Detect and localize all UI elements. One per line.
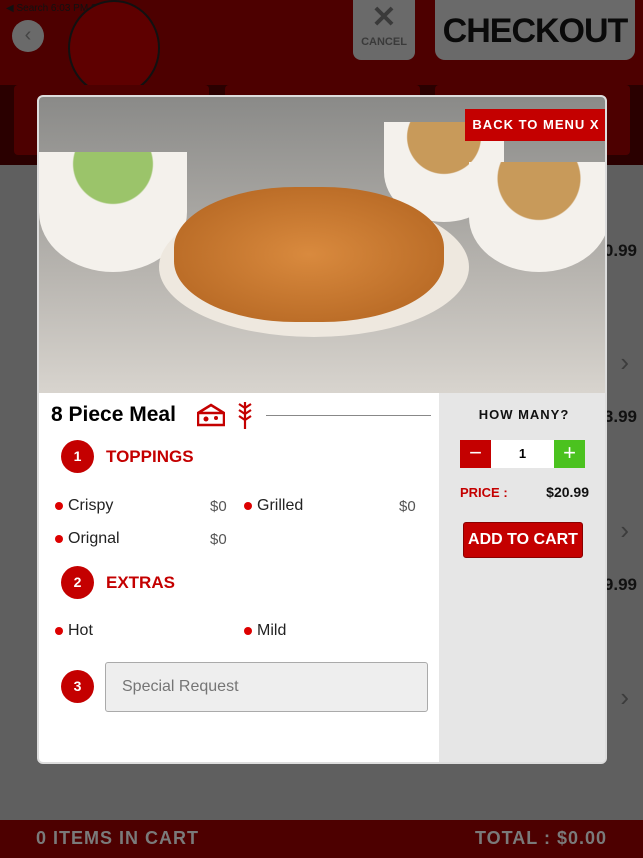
back-button[interactable]: ‹ xyxy=(12,20,44,52)
price-value: $20.99 xyxy=(546,484,589,500)
chevron-right-icon[interactable]: › xyxy=(620,347,629,378)
option-price: $0 xyxy=(399,498,416,515)
cancel-button[interactable]: ✕ CANCEL xyxy=(353,0,415,60)
wheat-icon xyxy=(238,402,252,429)
option-original[interactable]: Orignal xyxy=(55,530,120,548)
option-price: $0 xyxy=(210,531,227,548)
option-crispy[interactable]: Crispy xyxy=(55,497,113,515)
how-many-label: HOW MANY? xyxy=(478,407,570,422)
section-toppings: TOPPINGS xyxy=(106,447,194,466)
quantity-field[interactable]: 1 xyxy=(491,440,554,468)
order-panel: HOW MANY? − 1 + PRICE : $20.99 ADD TO CA… xyxy=(439,393,605,762)
options-panel: 8 Piece Meal 1 TOPPINGS Crispy $0 Grille… xyxy=(39,393,439,762)
back-to-menu-button[interactable]: BACK TO MENU X xyxy=(465,109,605,141)
item-price: 0.99 xyxy=(603,241,637,260)
item-price: 9.99 xyxy=(603,575,637,594)
increase-quantity-button[interactable]: + xyxy=(554,440,585,468)
chevron-right-icon[interactable]: › xyxy=(620,682,629,713)
cancel-label: CANCEL xyxy=(361,36,407,48)
chef-logo xyxy=(68,0,160,96)
option-price: $0 xyxy=(210,498,227,515)
section-extras: EXTRAS xyxy=(106,573,175,592)
item-price: 3.99 xyxy=(603,407,637,426)
meal-photo: BACK TO MENU X xyxy=(39,97,605,393)
decrease-quantity-button[interactable]: − xyxy=(460,440,491,468)
item-title: 8 Piece Meal xyxy=(51,403,176,426)
step-badge: 2 xyxy=(61,566,94,599)
step-badge: 1 xyxy=(61,440,94,473)
price-label: PRICE : xyxy=(460,485,508,500)
divider xyxy=(266,415,431,416)
step-badge: 3 xyxy=(61,670,94,703)
option-mild[interactable]: Mild xyxy=(244,622,286,640)
cart-bar[interactable]: 0 ITEMS IN CART TOTAL : $0.00 xyxy=(0,820,643,858)
option-grilled[interactable]: Grilled xyxy=(244,497,303,515)
special-request-input[interactable] xyxy=(105,662,428,712)
option-hot[interactable]: Hot xyxy=(55,622,93,640)
checkout-button[interactable]: CHECKOUT xyxy=(435,0,635,60)
header: ◀ Search 6:03 PM 2 Feb 6% ‹ ✕ CANCEL CHE… xyxy=(0,0,643,96)
item-dialog: BACK TO MENU X 8 Piece Meal 1 TOPPINGS C… xyxy=(37,95,607,764)
chevron-right-icon[interactable]: › xyxy=(620,515,629,546)
cart-count: 0 ITEMS IN CART xyxy=(36,828,200,848)
close-icon: ✕ xyxy=(371,1,397,34)
cheese-icon xyxy=(197,403,225,427)
add-to-cart-button[interactable]: ADD TO CART xyxy=(463,522,583,558)
cart-total: TOTAL : $0.00 xyxy=(474,828,607,848)
